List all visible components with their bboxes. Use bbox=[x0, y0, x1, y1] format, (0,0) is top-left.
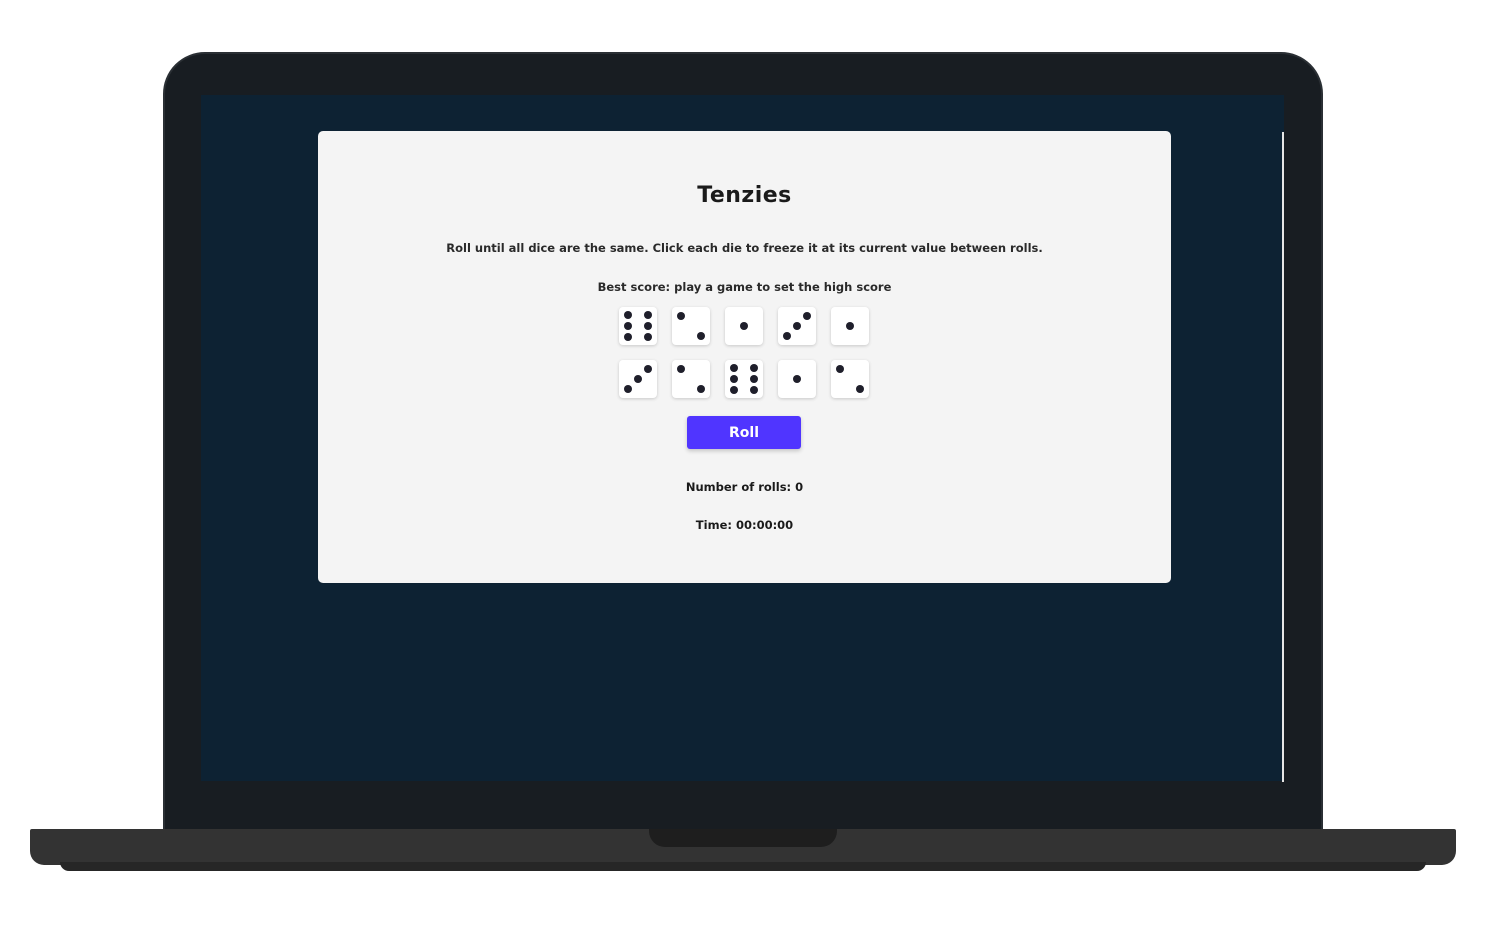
die-5[interactable] bbox=[831, 307, 869, 345]
die-pip bbox=[697, 332, 705, 340]
die-pip bbox=[730, 375, 738, 383]
die-pip bbox=[730, 386, 738, 394]
screen-edge bbox=[1282, 132, 1284, 782]
die-pip bbox=[624, 333, 632, 341]
die-pip bbox=[644, 322, 652, 330]
die-10[interactable] bbox=[831, 360, 869, 398]
die-pip bbox=[836, 365, 844, 373]
die-pip bbox=[624, 311, 632, 319]
laptop-notch bbox=[649, 829, 837, 847]
die-pip bbox=[793, 375, 801, 383]
game-title: Tenzies bbox=[697, 183, 792, 208]
die-3[interactable] bbox=[725, 307, 763, 345]
die-pip bbox=[624, 322, 632, 330]
timer: Time: 00:00:00 bbox=[695, 518, 794, 532]
die-8[interactable] bbox=[725, 360, 763, 398]
die-pip bbox=[634, 375, 642, 383]
die-pip bbox=[783, 332, 791, 340]
die-9[interactable] bbox=[778, 360, 816, 398]
best-score: Best score: play a game to set the high … bbox=[597, 280, 892, 294]
die-pip bbox=[750, 386, 758, 394]
die-pip bbox=[750, 364, 758, 372]
die-pip bbox=[750, 375, 758, 383]
die-4[interactable] bbox=[778, 307, 816, 345]
die-2[interactable] bbox=[672, 307, 710, 345]
die-6[interactable] bbox=[619, 360, 657, 398]
die-1[interactable] bbox=[619, 307, 657, 345]
die-pip bbox=[803, 312, 811, 320]
die-pip bbox=[793, 322, 801, 330]
die-pip bbox=[644, 333, 652, 341]
die-pip bbox=[730, 364, 738, 372]
die-pip bbox=[856, 385, 864, 393]
die-pip bbox=[740, 322, 748, 330]
device-mockup: Tenzies Roll until all dice are the same… bbox=[0, 0, 1488, 945]
die-pip bbox=[624, 385, 632, 393]
roll-button[interactable]: Roll bbox=[687, 416, 801, 449]
laptop-foot bbox=[60, 862, 1426, 871]
game-card: Tenzies Roll until all dice are the same… bbox=[318, 131, 1171, 583]
die-pip bbox=[677, 365, 685, 373]
die-7[interactable] bbox=[672, 360, 710, 398]
die-pip bbox=[644, 311, 652, 319]
dice-grid bbox=[619, 307, 870, 399]
die-pip bbox=[846, 322, 854, 330]
rolls-counter: Number of rolls: 0 bbox=[685, 480, 804, 494]
die-pip bbox=[697, 385, 705, 393]
die-pip bbox=[677, 312, 685, 320]
game-instructions: Roll until all dice are the same. Click … bbox=[446, 241, 1043, 255]
die-pip bbox=[644, 365, 652, 373]
